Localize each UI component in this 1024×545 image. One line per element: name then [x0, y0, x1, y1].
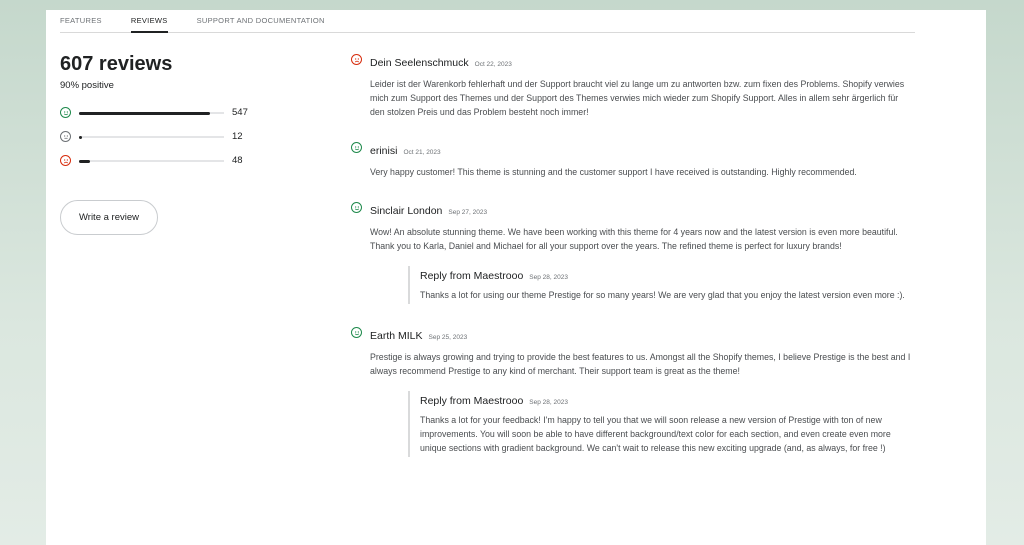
frown-face-icon	[351, 54, 362, 65]
review-text: Prestige is always growing and trying to…	[370, 352, 911, 376]
tab-reviews[interactable]: REVIEWS	[130, 10, 168, 33]
review-item: Dein Seelenschmuck Oct 22, 2023 Leider is…	[351, 53, 911, 119]
smile-face-icon	[351, 142, 362, 153]
review-item: erinisi Oct 21, 2023 Very happy customer!…	[351, 141, 911, 179]
smile-face-icon	[60, 107, 71, 118]
neutral-face-icon	[60, 131, 71, 142]
review-summary: 607 reviews 90% positive 547 12 48 Write…	[60, 51, 260, 235]
rating-bar-track	[79, 135, 224, 139]
review-count: 607 reviews	[60, 53, 173, 75]
review-item: Earth MILK Sep 25, 2023 Prestige is alway…	[351, 326, 911, 457]
reply-date: Sep 28, 2023	[529, 399, 568, 406]
reply-text: Thanks a lot for your feedback! I'm happ…	[420, 415, 891, 453]
review-author: erinisi	[370, 145, 398, 157]
reply-author: Reply from Maestrooo	[420, 395, 524, 407]
tab-support-and-documentation[interactable]: SUPPORT AND DOCUMENTATION	[197, 10, 325, 33]
review-date: Sep 27, 2023	[448, 209, 488, 216]
review-text: Leider ist der Warenkorb fehlerhaft und …	[370, 79, 905, 117]
review-date: Sep 25, 2023	[428, 334, 468, 341]
rating-distribution: 547 12 48	[60, 107, 260, 167]
review-text: Very happy customer! This theme is stunn…	[370, 167, 857, 177]
rating-bar-track	[79, 111, 224, 115]
frown-face-icon	[60, 155, 71, 166]
rating-count: 547	[232, 107, 248, 118]
smile-face-icon	[351, 327, 362, 338]
rating-bar-fill	[79, 159, 91, 163]
review-author: Sinclair London	[370, 205, 443, 217]
developer-reply: Reply from Maestrooo Sep 28, 2023 Thanks …	[408, 391, 911, 457]
developer-reply: Reply from Maestrooo Sep 28, 2023 Thanks …	[408, 266, 911, 304]
reply-date: Sep 28, 2023	[529, 274, 568, 281]
rating-row-positive[interactable]: 547	[60, 107, 260, 119]
rating-row-negative[interactable]: 48	[60, 155, 260, 167]
review-author: Earth MILK	[370, 330, 423, 342]
review-date: Oct 21, 2023	[403, 149, 441, 156]
rating-row-neutral[interactable]: 12	[60, 131, 260, 143]
write-review-button[interactable]: Write a review	[60, 200, 158, 235]
rating-bar-fill	[79, 135, 82, 139]
review-date: Oct 22, 2023	[474, 61, 512, 68]
review-list: Dein Seelenschmuck Oct 22, 2023 Leider is…	[351, 53, 911, 479]
tab-bar: FEATURES REVIEWS SUPPORT AND DOCUMENTATI…	[60, 10, 915, 33]
review-text: Wow! An absolute stunning theme. We have…	[370, 227, 898, 251]
smile-face-icon	[351, 202, 362, 213]
reply-author: Reply from Maestrooo	[420, 270, 524, 282]
review-item: Sinclair London Sep 27, 2023 Wow! An abso…	[351, 201, 911, 304]
tab-features[interactable]: FEATURES	[60, 10, 102, 33]
rating-bar-track	[79, 159, 224, 163]
app-page: FEATURES REVIEWS SUPPORT AND DOCUMENTATI…	[46, 10, 986, 545]
rating-bar-fill	[79, 111, 210, 115]
reply-text: Thanks a lot for using our theme Prestig…	[420, 290, 905, 300]
rating-count: 12	[232, 131, 243, 142]
rating-count: 48	[232, 155, 243, 166]
positive-percentage: 90% positive	[60, 80, 114, 91]
review-author: Dein Seelenschmuck	[370, 57, 469, 69]
